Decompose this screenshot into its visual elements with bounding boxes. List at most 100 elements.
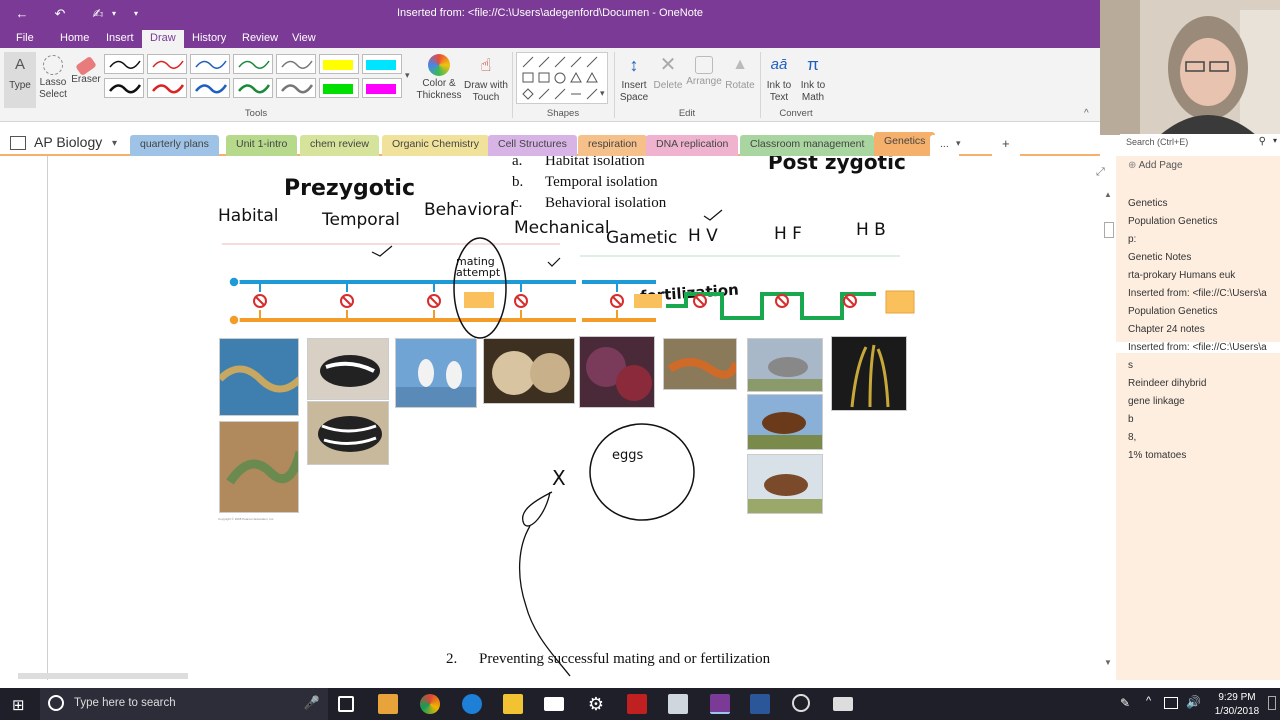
microphone-icon[interactable]: 🎤 <box>304 695 320 711</box>
page-canvas[interactable]: ⤢ a. Habitat isolation b. Temporal isola… <box>0 156 1116 680</box>
tab-draw[interactable]: Draw <box>142 30 184 48</box>
shapes-expand-icon[interactable]: ▾ <box>600 88 605 99</box>
notifications-icon[interactable] <box>1268 696 1276 710</box>
highlighter-yellow[interactable] <box>319 54 359 74</box>
more-sections-dropdown-icon[interactable]: ▾ <box>956 138 961 149</box>
lasso-select-button[interactable]: Lasso Select <box>38 52 68 101</box>
scroll-up-icon[interactable]: ▲ <box>1104 190 1112 199</box>
pen-green-thin[interactable] <box>233 54 273 74</box>
tray-chevron-icon[interactable]: ^ <box>1146 695 1151 707</box>
taskbar-search-box[interactable]: Type here to search 🎤 <box>40 688 328 720</box>
ink-to-math-button[interactable]: π Ink to Math <box>798 52 828 104</box>
horizontal-scroll-thumb[interactable] <box>18 673 188 679</box>
word-icon[interactable] <box>750 694 770 714</box>
draw-with-touch-button[interactable]: ☝ Draw with Touch <box>462 52 510 104</box>
insert-space-button[interactable]: ↕ Insert Space <box>618 52 650 104</box>
color-thickness-button[interactable]: Color & Thickness <box>416 52 462 102</box>
more-sections-button[interactable]: ... <box>930 135 959 156</box>
page-list-item[interactable]: 8, <box>1128 432 1278 443</box>
file-explorer-icon[interactable] <box>503 694 523 714</box>
vertical-scroll-thumb[interactable] <box>1104 222 1114 238</box>
page-list-item[interactable]: Population Genetics <box>1128 216 1278 227</box>
page-list-item[interactable]: 1% tomatoes <box>1128 450 1278 461</box>
clock-date[interactable]: 1/30/2018 <box>1212 706 1262 717</box>
pen-gray-thick[interactable] <box>276 78 316 98</box>
eraser-button[interactable]: Eraser <box>70 52 102 86</box>
section-tab[interactable]: Classroom management <box>740 135 875 156</box>
task-view-icon[interactable] <box>338 696 354 712</box>
clock-time[interactable]: 9:29 PM <box>1212 692 1262 703</box>
acrobat-icon[interactable] <box>627 694 647 714</box>
notebook-dropdown-icon[interactable]: ▾ <box>112 138 117 149</box>
section-tab[interactable]: Genetics <box>874 132 936 156</box>
type-button[interactable]: A Type <box>4 52 36 108</box>
section-tab[interactable]: Organic Chemistry <box>382 135 489 156</box>
section-tab[interactable]: respiration <box>578 135 648 156</box>
section-tab[interactable]: quarterly plans <box>130 135 219 156</box>
rotate-button[interactable]: ▲ Rotate <box>724 52 756 92</box>
search-icon[interactable]: ⚲ <box>1259 136 1266 147</box>
horizontal-scrollbar[interactable] <box>12 672 1100 680</box>
pen-black-thin[interactable] <box>104 54 144 74</box>
settings-icon[interactable]: ⚙ <box>586 694 606 714</box>
page-list-item[interactable]: rta-prokary Humans euk <box>1128 270 1278 281</box>
section-tab[interactable]: chem review <box>300 135 379 156</box>
page-list-item[interactable]: Genetic Notes <box>1128 252 1278 263</box>
ink-to-text-button[interactable]: aā Ink to Text <box>764 52 794 104</box>
vertical-scrollbar[interactable]: ▲ ▼ <box>1102 190 1116 670</box>
delete-button[interactable]: ✕ Delete <box>652 52 684 92</box>
page-list-item[interactable]: p: <box>1128 234 1278 245</box>
pen-workspace-icon[interactable]: ✎ <box>1120 696 1130 710</box>
tab-home[interactable]: Home <box>52 30 97 48</box>
pen-red-thick[interactable] <box>147 78 187 98</box>
page-list-item[interactable]: Genetics <box>1128 198 1278 209</box>
browser-icon[interactable] <box>792 694 810 712</box>
highlighter-green[interactable] <box>319 78 359 98</box>
edge-icon[interactable] <box>462 694 482 714</box>
tab-history[interactable]: History <box>184 30 234 48</box>
page-list-item[interactable]: Population Genetics <box>1128 306 1278 317</box>
mail-icon[interactable] <box>544 697 564 711</box>
store-icon[interactable] <box>378 694 398 714</box>
pen-blue-thin[interactable] <box>190 54 230 74</box>
highlighter-cyan[interactable] <box>362 54 402 74</box>
page-list-item[interactable]: s <box>1128 360 1278 371</box>
tab-file[interactable]: File <box>8 30 42 48</box>
pen-green-thick[interactable] <box>233 78 273 98</box>
page-list-item[interactable]: Inserted from: <file://C:\Users\a <box>1116 342 1280 353</box>
pen-red-thin[interactable] <box>147 54 187 74</box>
page-list-item[interactable]: Inserted from: <file://C:\Users\a <box>1128 288 1278 299</box>
onenote-icon[interactable] <box>710 694 730 714</box>
notebook-icon[interactable] <box>10 136 26 150</box>
chrome-icon[interactable] <box>420 694 440 714</box>
add-section-button[interactable]: + <box>992 135 1020 156</box>
scroll-down-icon[interactable]: ▼ <box>1104 658 1112 667</box>
highlighter-magenta[interactable] <box>362 78 402 98</box>
tab-view[interactable]: View <box>284 30 324 48</box>
pen-gallery-expand-icon[interactable]: ▾ <box>405 70 410 81</box>
app-icon[interactable] <box>668 694 688 714</box>
arrange-button[interactable]: Arrange <box>686 52 722 88</box>
page-list-item[interactable]: gene linkage <box>1128 396 1278 407</box>
notebook-name[interactable]: AP Biology <box>34 134 102 150</box>
page-list-item[interactable]: b <box>1128 414 1278 425</box>
volume-icon[interactable]: 🔊 <box>1186 695 1201 709</box>
search-input[interactable]: Search (Ctrl+E) ⚲ ▾ <box>1120 134 1280 150</box>
tab-review[interactable]: Review <box>234 30 286 48</box>
section-tab[interactable]: Unit 1-intro <box>226 135 298 156</box>
add-page-button[interactable]: ⊕ Add Page <box>1128 160 1183 171</box>
section-tab[interactable]: Cell Structures <box>488 135 577 156</box>
shapes-gallery[interactable] <box>516 52 608 104</box>
search-dropdown-icon[interactable]: ▾ <box>1273 136 1277 145</box>
pen-gray-thin[interactable] <box>276 54 316 74</box>
page-list-item[interactable]: Reindeer dihybrid <box>1128 378 1278 389</box>
pen-black-thick[interactable] <box>104 78 144 98</box>
tab-insert[interactable]: Insert <box>98 30 142 48</box>
windows-start-icon[interactable]: ⊞ <box>12 696 25 714</box>
pen-blue-thick[interactable] <box>190 78 230 98</box>
video-icon[interactable] <box>833 697 853 711</box>
page-list-item[interactable]: Chapter 24 notes <box>1128 324 1278 335</box>
section-tab[interactable]: DNA replication <box>646 135 739 156</box>
collapse-ribbon-icon[interactable]: ^ <box>1084 108 1089 119</box>
network-icon[interactable] <box>1164 697 1178 709</box>
